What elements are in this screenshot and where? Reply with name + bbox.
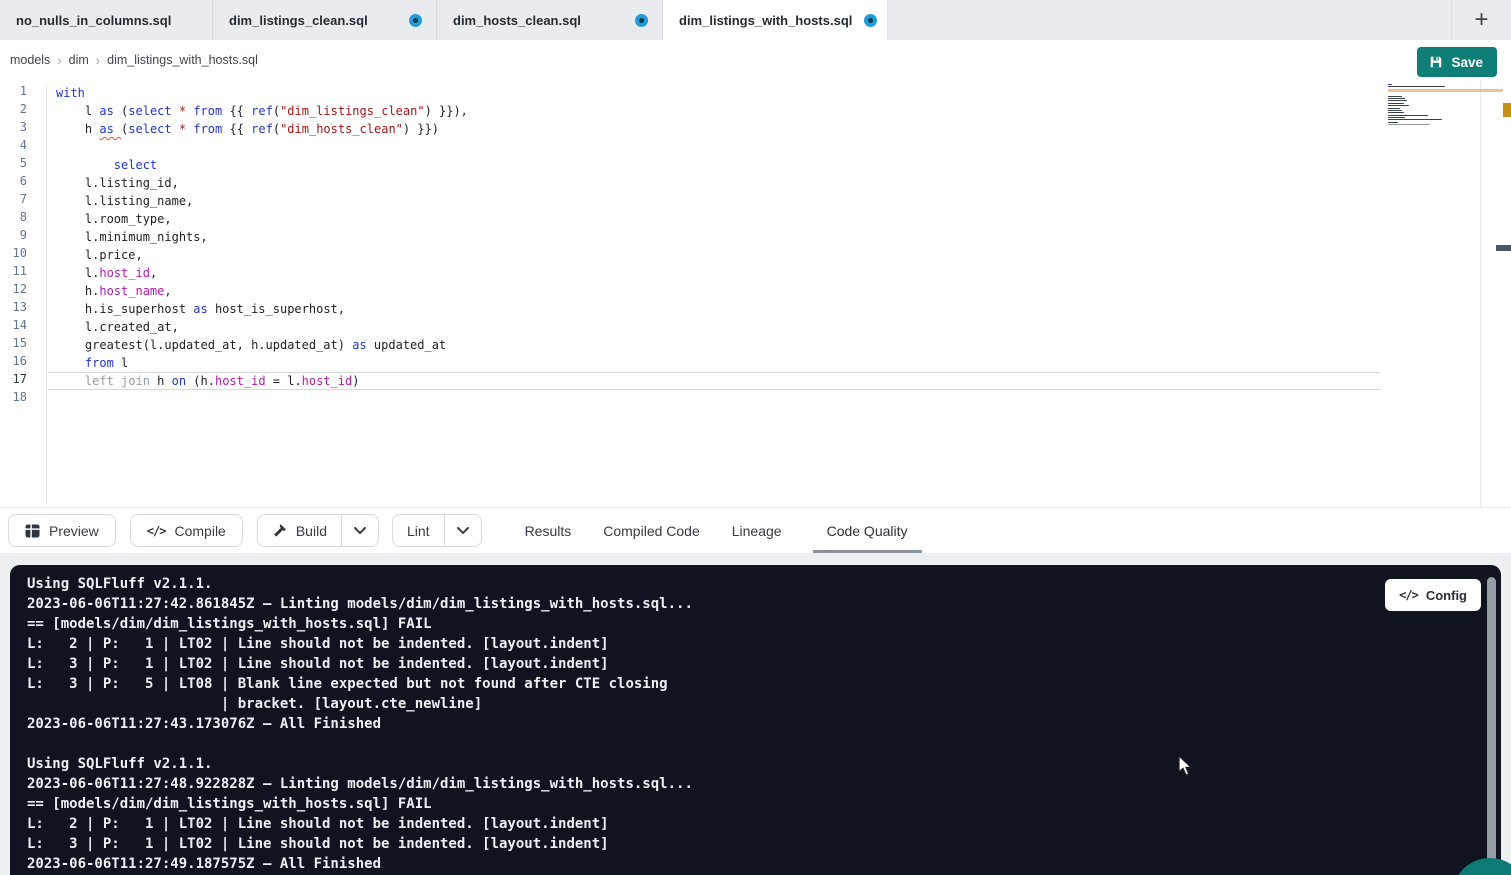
chevron-down-icon bbox=[354, 527, 366, 534]
code-line[interactable]: l.minimum_nights, bbox=[48, 228, 1380, 246]
code-line[interactable]: l.room_type, bbox=[48, 210, 1380, 228]
code-line[interactable]: l.listing_id, bbox=[48, 174, 1380, 192]
breadcrumb: models › dim › dim_listings_with_hosts.s… bbox=[10, 40, 258, 80]
breadcrumb-file: dim_listings_with_hosts.sql bbox=[107, 53, 258, 67]
lint-warning-marker-icon[interactable] bbox=[1503, 103, 1511, 117]
config-code-icon: </> bbox=[1399, 588, 1418, 602]
editor-rail-divider bbox=[1480, 80, 1481, 508]
tab-label: dim_listings_clean.sql bbox=[229, 13, 397, 28]
save-button[interactable]: Save bbox=[1417, 47, 1497, 77]
lint-button-label: Lint bbox=[407, 523, 430, 539]
table-icon bbox=[25, 524, 40, 538]
config-button[interactable]: </> Config bbox=[1385, 579, 1481, 611]
cursor-position-marker-icon[interactable] bbox=[1496, 245, 1511, 251]
code-line[interactable] bbox=[48, 390, 1380, 408]
code-line[interactable]: with bbox=[48, 84, 1380, 102]
lint-terminal-panel[interactable]: Using SQLFluff v2.1.1. 2023-06-06T11:27:… bbox=[10, 565, 1501, 875]
tab-label: no_nulls_in_columns.sql bbox=[16, 13, 198, 28]
lint-button[interactable]: Lint bbox=[393, 515, 444, 546]
tab-dim-hosts-clean[interactable]: dim_hosts_clean.sql bbox=[437, 0, 663, 40]
tab-dim-listings-clean[interactable]: dim_listings_clean.sql bbox=[213, 0, 437, 40]
build-button[interactable]: Build bbox=[258, 515, 341, 546]
new-tab-plus-icon[interactable]: + bbox=[1474, 8, 1488, 32]
tab-code-quality-label: Code Quality bbox=[827, 523, 908, 539]
tab-code-quality[interactable]: Code Quality bbox=[813, 508, 922, 553]
code-line[interactable]: h as (select * from {{ ref("dim_hosts_cl… bbox=[48, 120, 1380, 138]
preview-button-label: Preview bbox=[49, 523, 99, 539]
tab-lineage-label: Lineage bbox=[732, 523, 782, 539]
code-line[interactable]: select bbox=[48, 156, 1380, 174]
terminal-scrollbar[interactable] bbox=[1487, 577, 1496, 871]
preview-button[interactable]: Preview bbox=[8, 514, 116, 547]
file-header-bar: models › dim › dim_listings_with_hosts.s… bbox=[0, 40, 1511, 80]
tab-lineage[interactable]: Lineage bbox=[731, 508, 783, 553]
bottom-panel-area: Using SQLFluff v2.1.1. 2023-06-06T11:27:… bbox=[0, 553, 1511, 875]
unsaved-changes-icon bbox=[864, 14, 877, 27]
build-button-label: Build bbox=[296, 523, 327, 539]
build-dropdown-toggle[interactable] bbox=[341, 515, 378, 546]
tab-label: dim_hosts_clean.sql bbox=[453, 13, 623, 28]
result-panel-tabs: Results Compiled Code Lineage Code Quali… bbox=[524, 508, 922, 553]
code-line[interactable]: greatest(l.updated_at, h.updated_at) as … bbox=[48, 336, 1380, 354]
code-line[interactable]: h.is_superhost as host_is_superhost, bbox=[48, 300, 1380, 318]
file-tab-bar: no_nulls_in_columns.sql dim_listings_cle… bbox=[0, 0, 1511, 40]
code-line[interactable]: left join h on (h.host_id = l.host_id) bbox=[48, 372, 1380, 390]
lint-split-button: Lint bbox=[392, 514, 482, 547]
code-line[interactable]: l.created_at, bbox=[48, 318, 1380, 336]
tab-label: dim_listings_with_hosts.sql bbox=[679, 13, 852, 28]
build-split-button: Build bbox=[257, 514, 379, 547]
tab-no-nulls-in-columns[interactable]: no_nulls_in_columns.sql bbox=[0, 0, 213, 40]
code-editor-lines[interactable]: with l as (select * from {{ ref("dim_lis… bbox=[48, 84, 1380, 408]
code-line[interactable]: h.host_name, bbox=[48, 282, 1380, 300]
hammer-icon bbox=[272, 523, 287, 538]
compile-button[interactable]: </> Compile bbox=[130, 514, 243, 547]
code-line[interactable]: l.host_id, bbox=[48, 264, 1380, 282]
code-line[interactable]: l as (select * from {{ ref("dim_listings… bbox=[48, 102, 1380, 120]
lint-dropdown-toggle[interactable] bbox=[444, 515, 481, 546]
save-button-label: Save bbox=[1451, 55, 1483, 70]
unsaved-changes-icon bbox=[409, 14, 422, 27]
unsaved-changes-icon bbox=[635, 14, 648, 27]
chevron-right-icon: › bbox=[57, 53, 61, 68]
code-line[interactable] bbox=[48, 138, 1380, 156]
new-tab-area: + bbox=[1451, 0, 1511, 40]
code-icon: </> bbox=[147, 524, 166, 538]
tab-results-label: Results bbox=[525, 523, 572, 539]
config-button-label: Config bbox=[1426, 588, 1467, 603]
breadcrumb-dim[interactable]: dim bbox=[69, 53, 89, 67]
tab-compiled-code[interactable]: Compiled Code bbox=[602, 508, 701, 553]
code-line[interactable]: l.price, bbox=[48, 246, 1380, 264]
code-line[interactable]: l.listing_name, bbox=[48, 192, 1380, 210]
tab-compiled-code-label: Compiled Code bbox=[603, 523, 700, 539]
editor-minimap[interactable] bbox=[1388, 84, 1506, 129]
breadcrumb-models[interactable]: models bbox=[10, 53, 50, 67]
action-toolbar: Preview </> Compile Build Lint Results bbox=[0, 508, 1511, 553]
terminal-output: Using SQLFluff v2.1.1. 2023-06-06T11:27:… bbox=[27, 574, 693, 874]
code-line[interactable]: from l bbox=[48, 354, 1380, 372]
tab-results[interactable]: Results bbox=[524, 508, 573, 553]
chevron-right-icon: › bbox=[96, 53, 100, 68]
chevron-down-icon bbox=[457, 527, 469, 534]
compile-button-label: Compile bbox=[174, 523, 225, 539]
code-editor[interactable]: 123456789101112131415161718 with l as (s… bbox=[0, 80, 1511, 508]
tab-dim-listings-with-hosts[interactable]: dim_listings_with_hosts.sql bbox=[663, 0, 888, 40]
save-icon bbox=[1429, 55, 1443, 69]
editor-gutter: 123456789101112131415161718 bbox=[0, 84, 47, 504]
